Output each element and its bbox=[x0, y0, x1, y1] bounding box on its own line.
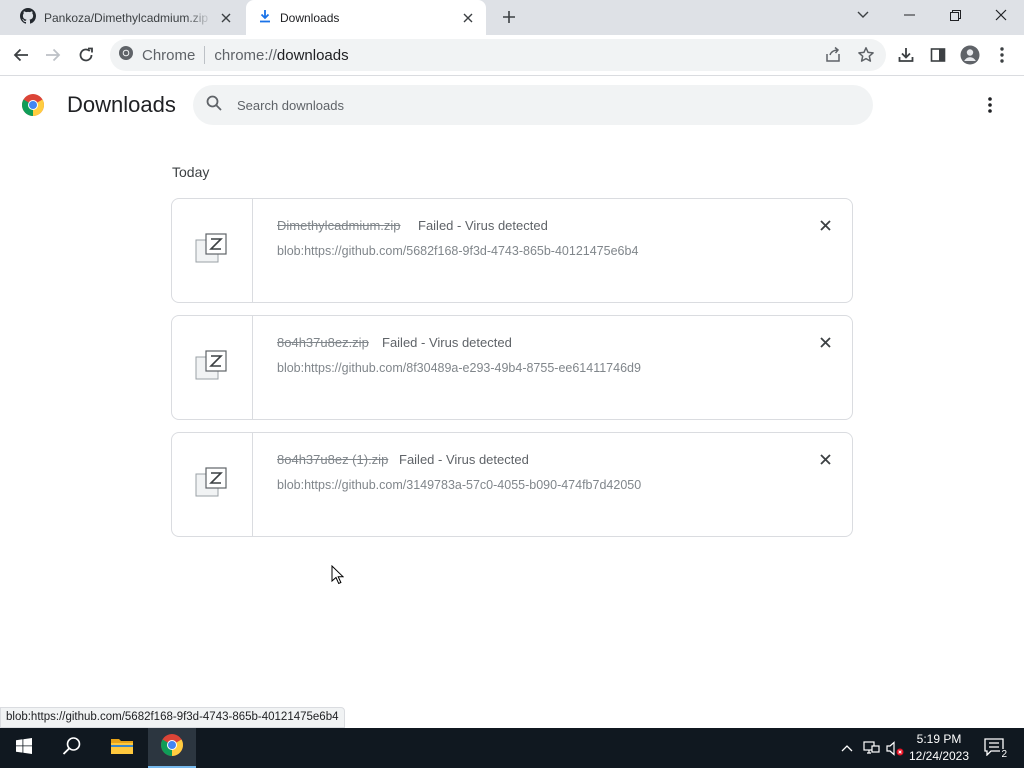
file-name-link[interactable]: 8o4h37u8ez.zip bbox=[277, 335, 369, 350]
forward-button[interactable] bbox=[38, 40, 68, 70]
download-status: Failed - Virus detected bbox=[399, 452, 529, 467]
start-button[interactable] bbox=[0, 728, 48, 768]
source-url-link[interactable]: blob:https://github.com/8f30489a-e293-49… bbox=[277, 361, 641, 375]
search-icon bbox=[206, 95, 222, 116]
more-actions-icon[interactable] bbox=[978, 93, 1002, 117]
file-icon-column bbox=[172, 433, 253, 536]
mouse-cursor-icon bbox=[331, 564, 345, 590]
tab-github[interactable]: Pankoza/Dimethylcadmium.zip at bbox=[8, 0, 244, 35]
site-info-chip[interactable]: Chrome bbox=[110, 45, 195, 65]
file-name-link[interactable]: 8o4h37u8ez (1).zip bbox=[277, 452, 388, 467]
file-explorer-button[interactable] bbox=[98, 728, 146, 768]
search-downloads-field[interactable] bbox=[193, 85, 873, 125]
chevron-up-icon bbox=[841, 739, 853, 757]
share-icon[interactable] bbox=[824, 46, 842, 68]
remove-download-icon[interactable] bbox=[815, 215, 835, 235]
download-item: Dimethylcadmium.zip Failed - Virus detec… bbox=[171, 198, 853, 303]
chrome-menu-icon[interactable] bbox=[987, 40, 1017, 70]
network-icon[interactable] bbox=[860, 728, 882, 768]
search-input[interactable] bbox=[237, 97, 837, 113]
remove-download-icon[interactable] bbox=[815, 449, 835, 469]
link-status-bubble: blob:https://github.com/5682f168-9f3d-47… bbox=[0, 707, 346, 728]
zip-file-icon bbox=[195, 233, 229, 268]
chrome-logo-icon bbox=[21, 93, 45, 122]
tab-title: Downloads bbox=[280, 10, 340, 25]
zip-file-icon bbox=[195, 467, 229, 502]
download-item: 8o4h37u8ez (1).zip Failed - Virus detect… bbox=[171, 432, 853, 537]
address-bar[interactable]: Chrome chrome://downloads bbox=[110, 39, 886, 71]
taskbar-clock[interactable]: 5:19 PM 12/24/2023 bbox=[906, 731, 972, 765]
side-panel-icon[interactable] bbox=[923, 40, 953, 70]
notification-icon: 2 bbox=[984, 738, 1008, 760]
action-center-button[interactable]: 2 bbox=[978, 728, 1012, 768]
close-window-button[interactable] bbox=[979, 0, 1023, 30]
file-icon-column bbox=[172, 316, 253, 419]
back-button[interactable] bbox=[6, 40, 36, 70]
remove-download-icon[interactable] bbox=[815, 332, 835, 352]
download-icon bbox=[258, 9, 272, 26]
search-taskbar-button[interactable] bbox=[48, 728, 96, 768]
bookmark-star-icon[interactable] bbox=[857, 46, 875, 68]
download-item: 8o4h37u8ez.zip Failed - Virus detected b… bbox=[171, 315, 853, 420]
page-title: Downloads bbox=[67, 92, 176, 117]
show-hidden-icons-button[interactable] bbox=[836, 728, 858, 768]
separator bbox=[204, 46, 206, 64]
search-icon bbox=[62, 736, 82, 761]
new-tab-button[interactable] bbox=[496, 6, 522, 28]
tab-title: Pankoza/Dimethylcadmium.zip at bbox=[44, 10, 212, 25]
downloads-button[interactable] bbox=[891, 40, 921, 70]
downloads-header: Downloads bbox=[0, 77, 1024, 133]
tab-strip: Pankoza/Dimethylcadmium.zip at Downloads bbox=[0, 0, 1024, 35]
notification-count-badge: 2 bbox=[1000, 749, 1008, 760]
date-section-label: Today bbox=[172, 164, 210, 180]
reload-button[interactable] bbox=[71, 40, 101, 70]
browser-toolbar: Chrome chrome://downloads bbox=[0, 35, 1024, 76]
minimize-button[interactable] bbox=[887, 0, 931, 30]
volume-muted-icon[interactable] bbox=[884, 728, 906, 768]
file-icon-column bbox=[172, 199, 253, 302]
tab-downloads[interactable]: Downloads bbox=[246, 0, 486, 35]
profile-avatar[interactable] bbox=[955, 40, 985, 70]
tab-search-icon[interactable] bbox=[841, 0, 885, 30]
site-label: Chrome bbox=[142, 46, 196, 64]
file-name-link[interactable]: Dimethylcadmium.zip bbox=[277, 218, 401, 233]
folder-icon bbox=[110, 736, 134, 761]
close-tab-icon[interactable] bbox=[460, 10, 476, 26]
source-url-link[interactable]: blob:https://github.com/5682f168-9f3d-47… bbox=[277, 244, 638, 258]
chrome-taskbar-button[interactable] bbox=[148, 728, 196, 768]
clock-date: 12/24/2023 bbox=[908, 749, 970, 763]
url-text: chrome://downloads bbox=[214, 46, 349, 64]
github-icon bbox=[20, 8, 37, 27]
chrome-icon bbox=[160, 733, 184, 762]
zip-file-icon bbox=[195, 350, 229, 385]
clock-time: 5:19 PM bbox=[916, 732, 962, 746]
close-tab-icon[interactable] bbox=[218, 10, 234, 26]
source-url-link[interactable]: blob:https://github.com/3149783a-57c0-40… bbox=[277, 478, 641, 492]
windows-logo-icon bbox=[16, 737, 32, 759]
restore-button[interactable] bbox=[933, 0, 977, 30]
chrome-icon bbox=[118, 45, 134, 65]
download-status: Failed - Virus detected bbox=[382, 335, 512, 350]
windows-taskbar: 5:19 PM 12/24/2023 2 bbox=[0, 728, 1024, 768]
download-status: Failed - Virus detected bbox=[418, 218, 548, 233]
